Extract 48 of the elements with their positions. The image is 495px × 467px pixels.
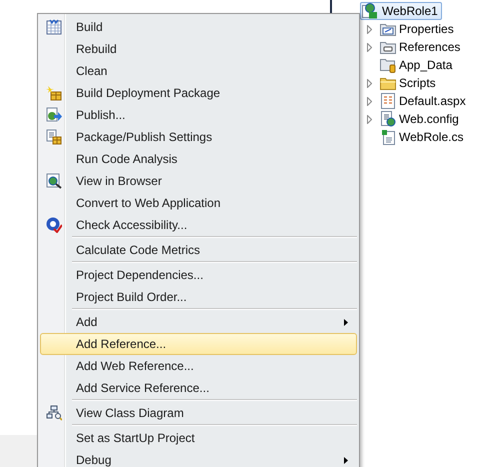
tree-item[interactable]: App_Data [399, 58, 452, 72]
menu-item[interactable]: Project Dependencies... [40, 264, 357, 286]
expand-arrow-icon[interactable] [366, 24, 372, 34]
menu-item[interactable]: Add Reference... [40, 333, 357, 355]
expand-arrow-icon[interactable] [366, 42, 372, 52]
menu-item[interactable]: Calculate Code Metrics [40, 239, 357, 261]
menu-item[interactable]: Set as StartUp Project [40, 427, 357, 449]
references-folder-icon [380, 40, 396, 54]
tree-item[interactable]: WebRole.cs [399, 130, 464, 144]
browser-search-icon [46, 173, 62, 189]
menu-item[interactable]: Add Service Reference... [40, 377, 357, 399]
menu-item[interactable]: Rebuild [40, 38, 357, 60]
expand-arrow-icon[interactable] [366, 114, 372, 124]
menu-item[interactable]: Convert to Web Application [40, 192, 357, 214]
menu-item[interactable]: Clean [40, 60, 357, 82]
menu-item[interactable]: Build [40, 16, 357, 38]
menu-item[interactable]: Build Deployment Package [40, 82, 357, 104]
expand-arrow-icon[interactable] [366, 96, 372, 106]
web-page-icon [381, 93, 395, 109]
menu-item[interactable]: Check Accessibility... [40, 214, 357, 236]
tree-item[interactable]: References [399, 40, 460, 54]
settings-icon [46, 129, 62, 145]
tree-item[interactable]: Web.config [399, 112, 459, 126]
menu-item[interactable]: View Class Diagram [40, 402, 357, 424]
menu-item[interactable]: Add [40, 311, 357, 333]
tree-item[interactable]: Scripts [399, 76, 436, 90]
data-folder-icon [380, 57, 396, 73]
publish-icon [46, 107, 62, 123]
web-project-icon [362, 3, 378, 19]
menu-item[interactable]: Publish... [40, 104, 357, 126]
class-diagram-icon [46, 405, 62, 421]
accessibility-check-icon [46, 217, 62, 233]
project-node[interactable]: WebRole1 [360, 2, 442, 20]
menu-item[interactable]: Package/Publish Settings [40, 126, 357, 148]
menu-item[interactable]: Run Code Analysis [40, 148, 357, 170]
build-icon [46, 19, 62, 35]
menu-item[interactable]: Debug [40, 449, 357, 467]
menu-item[interactable]: Add Web Reference... [40, 355, 357, 377]
menu-item[interactable]: Project Build Order... [40, 286, 357, 308]
folder-icon [380, 76, 396, 90]
menu-item[interactable]: View in Browser [40, 170, 357, 192]
expand-arrow-icon[interactable] [366, 78, 372, 88]
package-icon [46, 85, 62, 101]
properties-folder-icon [380, 22, 396, 36]
csharp-file-icon [381, 129, 395, 145]
tree-item[interactable]: Properties [399, 22, 454, 36]
tree-item[interactable]: Default.aspx [399, 94, 466, 108]
config-file-icon [380, 111, 396, 127]
